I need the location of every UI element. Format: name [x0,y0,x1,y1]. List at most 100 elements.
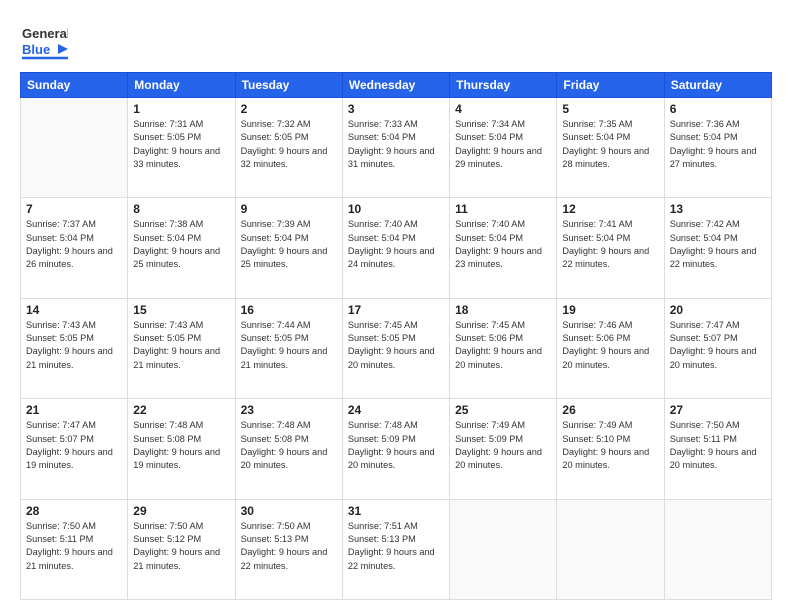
weekday-header-row: SundayMondayTuesdayWednesdayThursdayFrid… [21,73,772,98]
calendar-cell [21,98,128,198]
sun-info: Sunrise: 7:50 AMSunset: 5:11 PMDaylight:… [26,520,122,573]
calendar-cell: 3 Sunrise: 7:33 AMSunset: 5:04 PMDaylight… [342,98,449,198]
calendar-cell: 22Sunrise: 7:48 AMSunset: 5:08 PMDayligh… [128,399,235,499]
day-number: 15 [133,303,229,317]
sun-info: Sunrise: 7:44 AMSunset: 5:05 PMDaylight:… [241,319,337,372]
day-number: 3 [348,102,444,116]
sun-info: Sunrise: 7:43 AMSunset: 5:05 PMDaylight:… [133,319,229,372]
weekday-header-thursday: Thursday [450,73,557,98]
calendar-cell: 27Sunrise: 7:50 AMSunset: 5:11 PMDayligh… [664,399,771,499]
sun-info: Sunrise: 7:33 AMSunset: 5:04 PMDaylight:… [348,118,444,171]
sun-info: Sunrise: 7:43 AMSunset: 5:05 PMDaylight:… [26,319,122,372]
calendar-cell: 25Sunrise: 7:49 AMSunset: 5:09 PMDayligh… [450,399,557,499]
week-row-4: 28 Sunrise: 7:50 AMSunset: 5:11 PMDayligh… [21,499,772,599]
sun-info: Sunrise: 7:34 AMSunset: 5:04 PMDaylight:… [455,118,551,171]
day-number: 13 [670,202,766,216]
weekday-header-saturday: Saturday [664,73,771,98]
day-number: 18 [455,303,551,317]
calendar-cell [450,499,557,599]
calendar-cell: 18 Sunrise: 7:45 AMSunset: 5:06 PMDayligh… [450,298,557,398]
day-number: 31 [348,504,444,518]
day-number: 8 [133,202,229,216]
day-number: 4 [455,102,551,116]
logo-icon: General Blue [20,18,68,62]
sun-info: Sunrise: 7:47 AMSunset: 5:07 PMDaylight:… [26,419,122,472]
calendar-cell: 21Sunrise: 7:47 AMSunset: 5:07 PMDayligh… [21,399,128,499]
weekday-header-tuesday: Tuesday [235,73,342,98]
day-number: 25 [455,403,551,417]
sun-info: Sunrise: 7:35 AMSunset: 5:04 PMDaylight:… [562,118,658,171]
weekday-header-monday: Monday [128,73,235,98]
calendar-cell: 2Sunrise: 7:32 AMSunset: 5:05 PMDaylight… [235,98,342,198]
day-number: 7 [26,202,122,216]
sun-info: Sunrise: 7:42 AMSunset: 5:04 PMDaylight:… [670,218,766,271]
sun-info: Sunrise: 7:38 AMSunset: 5:04 PMDaylight:… [133,218,229,271]
calendar-cell: 30Sunrise: 7:50 AMSunset: 5:13 PMDayligh… [235,499,342,599]
week-row-2: 14 Sunrise: 7:43 AMSunset: 5:05 PMDayligh… [21,298,772,398]
day-number: 30 [241,504,337,518]
day-number: 27 [670,403,766,417]
sun-info: Sunrise: 7:36 AMSunset: 5:04 PMDaylight:… [670,118,766,171]
calendar-cell: 23Sunrise: 7:48 AMSunset: 5:08 PMDayligh… [235,399,342,499]
calendar-cell: 4 Sunrise: 7:34 AMSunset: 5:04 PMDaylight… [450,98,557,198]
sun-info: Sunrise: 7:48 AMSunset: 5:08 PMDaylight:… [133,419,229,472]
day-number: 1 [133,102,229,116]
day-number: 20 [670,303,766,317]
day-number: 12 [562,202,658,216]
week-row-3: 21Sunrise: 7:47 AMSunset: 5:07 PMDayligh… [21,399,772,499]
calendar-cell: 26 Sunrise: 7:49 AMSunset: 5:10 PMDayligh… [557,399,664,499]
sun-info: Sunrise: 7:46 AMSunset: 5:06 PMDaylight:… [562,319,658,372]
page: General Blue SundayMondayTuesdayWednesda… [0,0,792,612]
sun-info: Sunrise: 7:40 AMSunset: 5:04 PMDaylight:… [455,218,551,271]
calendar-cell: 24 Sunrise: 7:48 AMSunset: 5:09 PMDayligh… [342,399,449,499]
sun-info: Sunrise: 7:51 AMSunset: 5:13 PMDaylight:… [348,520,444,573]
day-number: 16 [241,303,337,317]
day-number: 26 [562,403,658,417]
day-number: 9 [241,202,337,216]
day-number: 5 [562,102,658,116]
calendar-cell: 10 Sunrise: 7:40 AMSunset: 5:04 PMDayligh… [342,198,449,298]
week-row-0: 1Sunrise: 7:31 AMSunset: 5:05 PMDaylight… [21,98,772,198]
calendar-cell [557,499,664,599]
day-number: 28 [26,504,122,518]
sun-info: Sunrise: 7:37 AMSunset: 5:04 PMDaylight:… [26,218,122,271]
calendar-cell: 7 Sunrise: 7:37 AMSunset: 5:04 PMDaylight… [21,198,128,298]
sun-info: Sunrise: 7:49 AMSunset: 5:10 PMDaylight:… [562,419,658,472]
weekday-header-wednesday: Wednesday [342,73,449,98]
calendar-cell: 9Sunrise: 7:39 AMSunset: 5:04 PMDaylight… [235,198,342,298]
calendar-cell [664,499,771,599]
day-number: 24 [348,403,444,417]
day-number: 17 [348,303,444,317]
calendar-cell: 14 Sunrise: 7:43 AMSunset: 5:05 PMDayligh… [21,298,128,398]
day-number: 19 [562,303,658,317]
calendar-cell: 20 Sunrise: 7:47 AMSunset: 5:07 PMDayligh… [664,298,771,398]
logo: General Blue [20,18,68,62]
sun-info: Sunrise: 7:50 AMSunset: 5:12 PMDaylight:… [133,520,229,573]
day-number: 14 [26,303,122,317]
day-number: 23 [241,403,337,417]
svg-text:General: General [22,26,68,41]
sun-info: Sunrise: 7:48 AMSunset: 5:09 PMDaylight:… [348,419,444,472]
calendar-cell: 8 Sunrise: 7:38 AMSunset: 5:04 PMDaylight… [128,198,235,298]
day-number: 11 [455,202,551,216]
calendar-cell: 31 Sunrise: 7:51 AMSunset: 5:13 PMDayligh… [342,499,449,599]
calendar-cell: 1Sunrise: 7:31 AMSunset: 5:05 PMDaylight… [128,98,235,198]
calendar-cell: 15 Sunrise: 7:43 AMSunset: 5:05 PMDayligh… [128,298,235,398]
calendar-cell: 19 Sunrise: 7:46 AMSunset: 5:06 PMDayligh… [557,298,664,398]
sun-info: Sunrise: 7:45 AMSunset: 5:06 PMDaylight:… [455,319,551,372]
calendar-cell: 28 Sunrise: 7:50 AMSunset: 5:11 PMDayligh… [21,499,128,599]
calendar-cell: 16 Sunrise: 7:44 AMSunset: 5:05 PMDayligh… [235,298,342,398]
day-number: 2 [241,102,337,116]
sun-info: Sunrise: 7:41 AMSunset: 5:04 PMDaylight:… [562,218,658,271]
svg-text:Blue: Blue [22,42,50,57]
sun-info: Sunrise: 7:40 AMSunset: 5:04 PMDaylight:… [348,218,444,271]
sun-info: Sunrise: 7:47 AMSunset: 5:07 PMDaylight:… [670,319,766,372]
calendar-cell: 12 Sunrise: 7:41 AMSunset: 5:04 PMDayligh… [557,198,664,298]
calendar-table: SundayMondayTuesdayWednesdayThursdayFrid… [20,72,772,600]
day-number: 10 [348,202,444,216]
calendar-cell: 13 Sunrise: 7:42 AMSunset: 5:04 PMDayligh… [664,198,771,298]
header: General Blue [20,18,772,62]
calendar-cell: 29 Sunrise: 7:50 AMSunset: 5:12 PMDayligh… [128,499,235,599]
sun-info: Sunrise: 7:45 AMSunset: 5:05 PMDaylight:… [348,319,444,372]
day-number: 29 [133,504,229,518]
